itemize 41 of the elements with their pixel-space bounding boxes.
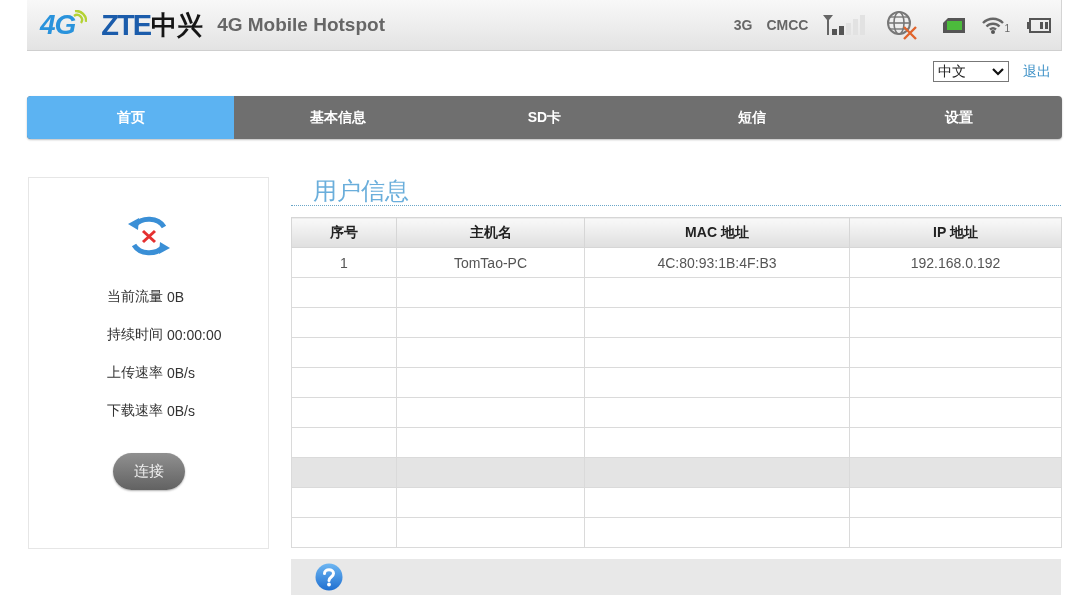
wifi-client-count: 1	[1004, 23, 1010, 34]
brand-name-chinese: 中兴	[151, 9, 204, 41]
battery-icon	[1027, 17, 1051, 33]
stat-label: 当前流量	[107, 288, 163, 306]
sim-card-icon	[943, 17, 966, 33]
table-cell: 1	[340, 254, 348, 271]
column-header: IP 地址	[849, 217, 1062, 248]
stat-label: 下载速率	[107, 402, 163, 420]
language-select[interactable]: 中文	[933, 61, 1009, 82]
stat-value: 0B/s	[167, 403, 195, 419]
carrier-text: CMCC	[766, 17, 809, 33]
stat-value: 00:00:00	[167, 327, 222, 343]
help-icon[interactable]	[315, 563, 343, 591]
table-row[interactable]: 1 TomTao-PC 4C:80:93:1B:4F:B3 192.168.0.192	[291, 247, 1062, 278]
wifi-icon	[982, 16, 1005, 34]
stat-label: 上传速率	[107, 364, 163, 382]
arcs-icon	[73, 10, 88, 24]
stat-value: 0B	[167, 289, 185, 305]
product-title: 4G Mobile Hotspot	[217, 14, 385, 36]
column-header: 主机名	[396, 217, 585, 248]
network-type-text: 3G	[733, 17, 753, 33]
nav-tab[interactable]: SD卡	[441, 96, 648, 139]
nav-tab[interactable]: 短信	[648, 96, 855, 139]
column-header: 序号	[291, 217, 397, 248]
logo-text: 4G	[40, 9, 76, 41]
table-cell: 4C:80:93:1B:4F:B3	[657, 254, 777, 271]
globe-x-icon	[886, 10, 919, 40]
connect-button[interactable]: 连接	[112, 453, 185, 490]
disconnected-sync-icon	[127, 215, 170, 257]
caret-icon	[992, 67, 1004, 76]
brand-name: ZTE	[101, 9, 151, 41]
column-header: MAC 地址	[584, 217, 850, 248]
section-title: 用户信息	[313, 177, 409, 204]
nav-tab[interactable]: 设置	[855, 96, 1062, 139]
table-cell: TomTao-PC	[453, 254, 528, 271]
stat-label: 持续时间	[107, 326, 163, 344]
logout-link[interactable]: 退出	[1023, 62, 1051, 81]
table-cell: 192.168.0.192	[910, 254, 1001, 271]
stat-value: 0B/s	[167, 365, 195, 381]
nav-tab[interactable]: 基本信息	[234, 96, 441, 139]
signal-icon	[823, 13, 868, 37]
